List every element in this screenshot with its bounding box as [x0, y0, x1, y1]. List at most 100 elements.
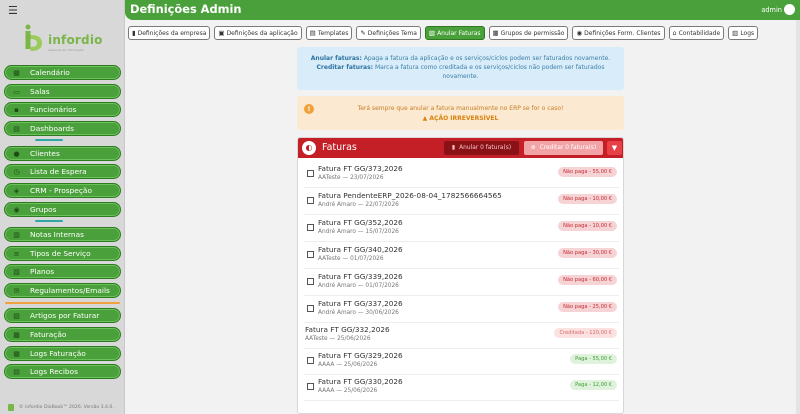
tab-label: Definições Tema [367, 29, 417, 37]
page-title: Definições Admin [130, 2, 242, 16]
sidebar-item-artigos-por-faturar[interactable]: ▨ Artigos por Faturar [4, 308, 121, 323]
tab-definicoes-aplicacao[interactable]: ▣ Definições da aplicação [214, 26, 302, 40]
status-badge: Não paga - 30,00 € [558, 248, 617, 258]
brand-tagline: sistemas de informação [48, 48, 84, 52]
invoice-checkbox[interactable] [307, 224, 314, 231]
creditar-faturas-button[interactable]: ⊛ Creditar 0 fatura(s) [524, 141, 603, 155]
tab-definicoes-empresa[interactable]: ▮ Definições da empresa [128, 26, 211, 40]
tab-definicoes-tema[interactable]: ✎ Definições Tema [356, 26, 421, 40]
status-badge: Paga - 55,00 € [570, 354, 617, 364]
sidebar-item-grupos[interactable]: ◉ Grupos [4, 202, 121, 217]
filter-icon: ▼ [611, 144, 618, 152]
sidebar-item-label: CRM - Prospeção [30, 186, 92, 195]
tab-templates[interactable]: ▤ Templates [305, 26, 353, 40]
invoice-row[interactable]: Fatura PendenteERP_2026-08-04_1782566664… [298, 188, 623, 215]
user-name[interactable]: admin [761, 6, 782, 14]
info-anular-text: Apaga a fatura da aplicação e os serviço… [363, 55, 611, 62]
tab-definicoes-form-clientes[interactable]: ◉ Definições Form. Clientes [572, 26, 665, 40]
sidebar-item-label: Salas [30, 87, 50, 96]
tab-label: Definições Form. Clientes [584, 29, 661, 37]
sidebar-item-label: Clientes [30, 149, 60, 158]
menu-icon[interactable]: ☰ [8, 4, 18, 17]
sidebar: ☰ infordio sistemas de informação ▦ Calen… [0, 0, 125, 414]
sidebar-item-label: Notas Internas [30, 230, 84, 239]
sidebar-item-label: Regulamentos/Emails [30, 286, 110, 295]
invoice-title: Fatura FT GG/339,2026 [318, 272, 403, 281]
tab-logs[interactable]: ▥ Logs [728, 26, 759, 40]
invoice-subtitle: AAAA — 25/06/2026 [318, 362, 378, 368]
staff-icon: ▪ [14, 105, 19, 114]
invoice-row[interactable]: Fatura FT GG/352,2026 André Amaro — 15/0… [298, 215, 623, 242]
invoice-checkbox[interactable] [307, 357, 314, 364]
sidebar-item-funcionarios[interactable]: ▪ Funcionários [4, 102, 121, 117]
invoice-row[interactable]: Fatura FT GG/339,2026 André Amaro — 01/0… [298, 269, 623, 296]
invoice-title: Fatura PendenteERP_2026-08-04_1782566664… [318, 191, 502, 200]
sidebar-item-dashboards[interactable]: ▤ Dashboards [4, 121, 121, 136]
invoice-subtitle: AATeste — 25/06/2026 [305, 336, 371, 342]
creditar-button-label: Creditar 0 fatura(s) [539, 145, 597, 151]
warning-text: Terá sempre que anular a fatura manualme… [357, 105, 564, 112]
sidebar-divider [35, 220, 63, 222]
sidebar-item-logs-recibos[interactable]: ▤ Logs Recibos [4, 364, 121, 379]
info-anular-label: Anular faturas: [310, 55, 362, 62]
user-avatar-icon[interactable] [784, 4, 795, 15]
warning-box: ! Terá sempre que anular a fatura manual… [297, 96, 624, 130]
invoice-checkbox[interactable] [307, 170, 314, 177]
info-creditar-text: Marca a fatura como creditada e os servi… [374, 64, 605, 71]
articles-icon: ▨ [13, 311, 20, 320]
sidebar-item-logs-faturacao[interactable]: ▦ Logs Faturação [4, 346, 121, 361]
invoice-checkbox[interactable] [307, 383, 314, 390]
sidebar-item-label: Logs Recibos [30, 367, 78, 376]
credit-icon: ⊛ [530, 145, 536, 151]
sidebar-item-clientes[interactable]: ● Clientes [4, 146, 121, 161]
rooms-icon: ▭ [13, 87, 20, 96]
invoice-row[interactable]: Fatura FT GG/332,2026 AATeste — 25/06/20… [298, 322, 623, 349]
sidebar-item-label: Planos [30, 267, 55, 276]
waitlist-icon: ◷ [13, 167, 20, 176]
tab-anular-faturas[interactable]: ▧ Anular Faturas [424, 26, 485, 40]
sidebar-item-tipos-de-servico[interactable]: ≡ Tipos de Serviço [4, 246, 121, 261]
sidebar-item-regulamentos[interactable]: ✉ Regulamentos/Emails [4, 283, 121, 298]
invoice-checkbox[interactable] [307, 251, 314, 258]
notes-icon: ▥ [13, 230, 20, 239]
invoice-title: Fatura FT GG/332,2026 [305, 325, 390, 334]
sidebar-item-faturacao[interactable]: ▩ Faturação [4, 327, 121, 342]
invoice-checkbox[interactable] [307, 278, 314, 285]
filter-button[interactable]: ▼ [607, 141, 622, 155]
invoice-row[interactable]: Fatura FT GG/330,2026 AAAA — 25/06/2026 … [298, 374, 623, 401]
invoice-subtitle: AAAA — 25/06/2026 [318, 388, 378, 394]
invoice-subtitle: AATeste — 23/07/2026 [318, 175, 384, 181]
anular-faturas-button[interactable]: ▮ Anular 0 fatura(s) [444, 141, 519, 155]
sidebar-item-label: Lista de Espera [30, 167, 87, 176]
invoice-row[interactable]: Fatura FT GG/329,2026 AAAA — 25/06/2026 … [298, 348, 623, 375]
settings-tabs: ▮ Definições da empresa ▣ Definições da ap… [128, 26, 759, 40]
service-types-icon: ≡ [13, 249, 20, 258]
tab-contabilidade[interactable]: ⌂ Contabilidade [668, 26, 725, 40]
infordio-logo-icon [25, 24, 42, 51]
status-badge: Não paga - 10,00 € [558, 194, 617, 204]
permission-groups-icon: ▦ [492, 29, 499, 37]
sidebar-item-salas[interactable]: ▭ Salas [4, 84, 121, 99]
sidebar-item-label: Funcionários [30, 105, 77, 114]
invoice-checkbox[interactable] [307, 305, 314, 312]
sidebar-footer: © infordio DioBook™ 2026. Versão 3.4.0. [0, 400, 125, 414]
page-scrollbar[interactable] [796, 20, 800, 414]
invoice-row[interactable]: Fatura FT GG/340,2026 AATeste — 01/07/20… [298, 242, 623, 269]
alert-triangle-icon: ▲ [422, 115, 428, 122]
sidebar-item-calendario[interactable]: ▦ Calendário [4, 65, 121, 80]
top-bar: Definições Admin admin [125, 0, 800, 20]
invoice-checkbox[interactable] [307, 197, 314, 204]
invoice-row[interactable]: Fatura FT GG/337,2026 André Amaro — 30/0… [298, 296, 623, 323]
sidebar-item-crm[interactable]: ◈ CRM - Prospeção [4, 183, 121, 198]
plans-icon: ▧ [13, 267, 20, 276]
sidebar-item-lista-de-espera[interactable]: ◷ Lista de Espera [4, 164, 121, 179]
status-badge: Não paga - 55,00 € [558, 167, 617, 177]
sidebar-item-planos[interactable]: ▧ Planos [4, 264, 121, 279]
status-badge: Não paga - 60,00 € [558, 275, 617, 285]
app-settings-icon: ▣ [218, 29, 225, 37]
invoice-row[interactable]: Fatura FT GG/373,2026 AATeste — 23/07/20… [298, 161, 623, 188]
invoices-panel: ◐ Faturas ▮ Anular 0 fatura(s) ⊛ Creditar … [297, 137, 624, 414]
tab-grupos-permissao[interactable]: ▦ Grupos de permissão [488, 26, 569, 40]
sidebar-item-notas-internas[interactable]: ▥ Notas Internas [4, 227, 121, 242]
crm-icon: ◈ [13, 186, 20, 195]
